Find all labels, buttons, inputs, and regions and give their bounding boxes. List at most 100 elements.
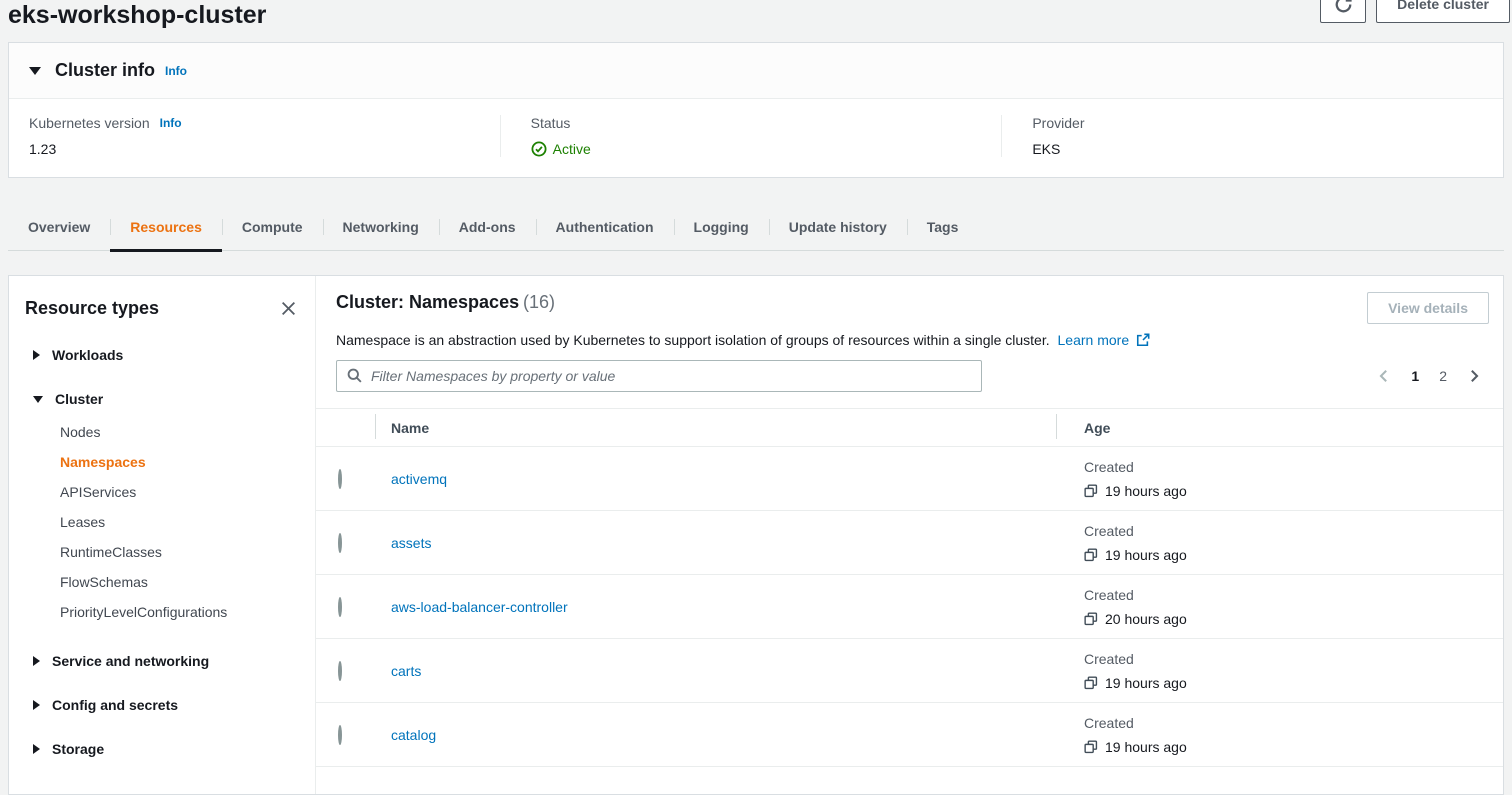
- namespace-link[interactable]: assets: [391, 535, 431, 551]
- tab-add-ons[interactable]: Add-ons: [439, 204, 536, 250]
- kubernetes-version-value: 1.23: [29, 141, 500, 157]
- kubernetes-version-label: Kubernetes version: [29, 115, 150, 131]
- tree-group-storage[interactable]: Storage: [33, 739, 299, 759]
- pagination: 1 2: [1377, 368, 1481, 384]
- pagination-page-1[interactable]: 1: [1411, 368, 1419, 384]
- age-value: 19 hours ago: [1105, 479, 1187, 503]
- row-radio[interactable]: [338, 597, 342, 617]
- age-value: 19 hours ago: [1105, 543, 1187, 567]
- filter-box: [336, 360, 982, 392]
- tree-group-label: Cluster: [55, 389, 103, 409]
- tree-item-prioritylevelconfigurations[interactable]: PriorityLevelConfigurations: [60, 597, 299, 627]
- copy-icon[interactable]: [1084, 484, 1098, 498]
- tree-item-nodes[interactable]: Nodes: [60, 417, 299, 447]
- tab-logging[interactable]: Logging: [674, 204, 769, 250]
- refresh-button[interactable]: [1320, 0, 1366, 23]
- cluster-info-info-link[interactable]: Info: [165, 64, 187, 78]
- tab-update-history[interactable]: Update history: [769, 204, 907, 250]
- tree-item-leases[interactable]: Leases: [60, 507, 299, 537]
- namespaces-count: (16): [523, 292, 555, 312]
- namespace-link[interactable]: carts: [391, 663, 421, 679]
- tree-group-workloads[interactable]: Workloads: [33, 345, 299, 365]
- provider-value: EKS: [1032, 141, 1503, 157]
- page-title: eks-workshop-cluster: [8, 0, 1504, 30]
- created-label: Created: [1084, 519, 1503, 543]
- created-label: Created: [1084, 647, 1503, 671]
- collapse-caret-icon: [29, 67, 41, 75]
- refresh-icon: [1334, 0, 1353, 14]
- filter-namespaces-input[interactable]: [336, 360, 982, 392]
- tab-compute[interactable]: Compute: [222, 204, 323, 250]
- tree-item-namespaces[interactable]: Namespaces: [60, 447, 299, 477]
- tree-group-label: Workloads: [52, 345, 123, 365]
- view-details-button[interactable]: View details: [1367, 292, 1489, 324]
- description-text: Namespace is an abstraction used by Kube…: [336, 332, 1050, 348]
- status-field: Status Active: [500, 115, 1002, 157]
- pagination-page-2[interactable]: 2: [1439, 368, 1447, 384]
- provider-label: Provider: [1032, 115, 1084, 131]
- age-value: 19 hours ago: [1105, 671, 1187, 695]
- cluster-info-body: Kubernetes version Info 1.23 Status Acti…: [9, 98, 1503, 177]
- namespaces-heading: Cluster: Namespaces (16): [336, 292, 555, 313]
- namespaces-table: Name Age activemq Created 19 hours ago: [316, 408, 1503, 767]
- table-row: aws-load-balancer-controller Created 20 …: [316, 575, 1503, 639]
- tab-overview[interactable]: Overview: [8, 204, 110, 250]
- learn-more-link[interactable]: Learn more: [1058, 332, 1130, 348]
- tree-item-flowschemas[interactable]: FlowSchemas: [60, 567, 299, 597]
- resource-types-title: Resource types: [25, 298, 159, 319]
- tree-group-cluster[interactable]: Cluster: [33, 389, 299, 409]
- table-header: Name Age: [316, 408, 1503, 447]
- copy-icon[interactable]: [1084, 548, 1098, 562]
- namespace-link[interactable]: activemq: [391, 471, 447, 487]
- external-link-icon: [1136, 333, 1150, 347]
- delete-cluster-button[interactable]: Delete cluster: [1376, 0, 1510, 23]
- caret-right-icon: [33, 656, 40, 666]
- check-circle-icon: [531, 141, 547, 157]
- row-radio[interactable]: [338, 661, 342, 681]
- created-label: Created: [1084, 455, 1503, 479]
- page-header: eks-workshop-cluster Delete cluster: [0, 0, 1512, 28]
- copy-icon[interactable]: [1084, 676, 1098, 690]
- namespaces-description: Namespace is an abstraction used by Kube…: [316, 324, 1503, 348]
- table-row: catalog Created 19 hours ago: [316, 703, 1503, 767]
- age-value: 20 hours ago: [1105, 607, 1187, 631]
- table-row: carts Created 19 hours ago: [316, 639, 1503, 703]
- tree-item-runtimeclasses[interactable]: RuntimeClasses: [60, 537, 299, 567]
- cluster-info-title: Cluster info: [55, 60, 155, 81]
- header-actions: Delete cluster: [1320, 0, 1510, 23]
- close-icon[interactable]: [278, 298, 299, 319]
- status-value: Active: [553, 141, 591, 157]
- namespace-link[interactable]: aws-load-balancer-controller: [391, 599, 568, 615]
- tab-authentication[interactable]: Authentication: [536, 204, 674, 250]
- tree-item-apiservices[interactable]: APIServices: [60, 477, 299, 507]
- tab-resources[interactable]: Resources: [110, 204, 222, 250]
- column-header-age[interactable]: Age: [1056, 420, 1503, 436]
- status-label: Status: [531, 115, 571, 131]
- cluster-info-header[interactable]: Cluster info Info: [9, 43, 1503, 98]
- cluster-tabs: Overview Resources Compute Networking Ad…: [8, 204, 1504, 251]
- tab-networking[interactable]: Networking: [323, 204, 439, 250]
- tree-group-config-and-secrets[interactable]: Config and secrets: [33, 695, 299, 715]
- copy-icon[interactable]: [1084, 612, 1098, 626]
- table-toolbar: 1 2: [316, 360, 1503, 392]
- kubernetes-version-info-link[interactable]: Info: [160, 116, 182, 130]
- resource-tree: Workloads Cluster Nodes Namespaces APISe…: [25, 345, 299, 759]
- row-radio[interactable]: [338, 533, 342, 553]
- tree-group-service-and-networking[interactable]: Service and networking: [33, 651, 299, 671]
- chevron-right-icon[interactable]: [1467, 369, 1481, 383]
- created-label: Created: [1084, 711, 1503, 735]
- row-radio[interactable]: [338, 469, 342, 489]
- tree-group-label: Storage: [52, 739, 104, 759]
- column-header-name[interactable]: Name: [375, 420, 1056, 436]
- row-radio[interactable]: [338, 725, 342, 745]
- tab-tags[interactable]: Tags: [907, 204, 979, 250]
- tree-group-label: Service and networking: [52, 651, 209, 671]
- cluster-children: Nodes Namespaces APIServices Leases Runt…: [33, 417, 299, 627]
- table-row: assets Created 19 hours ago: [316, 511, 1503, 575]
- search-icon: [347, 368, 362, 383]
- chevron-left-icon[interactable]: [1377, 369, 1391, 383]
- namespaces-title: Cluster: Namespaces: [336, 292, 519, 312]
- copy-icon[interactable]: [1084, 740, 1098, 754]
- resource-types-sidebar: Resource types Workloads Cluster Nodes N…: [9, 276, 316, 794]
- namespace-link[interactable]: catalog: [391, 727, 436, 743]
